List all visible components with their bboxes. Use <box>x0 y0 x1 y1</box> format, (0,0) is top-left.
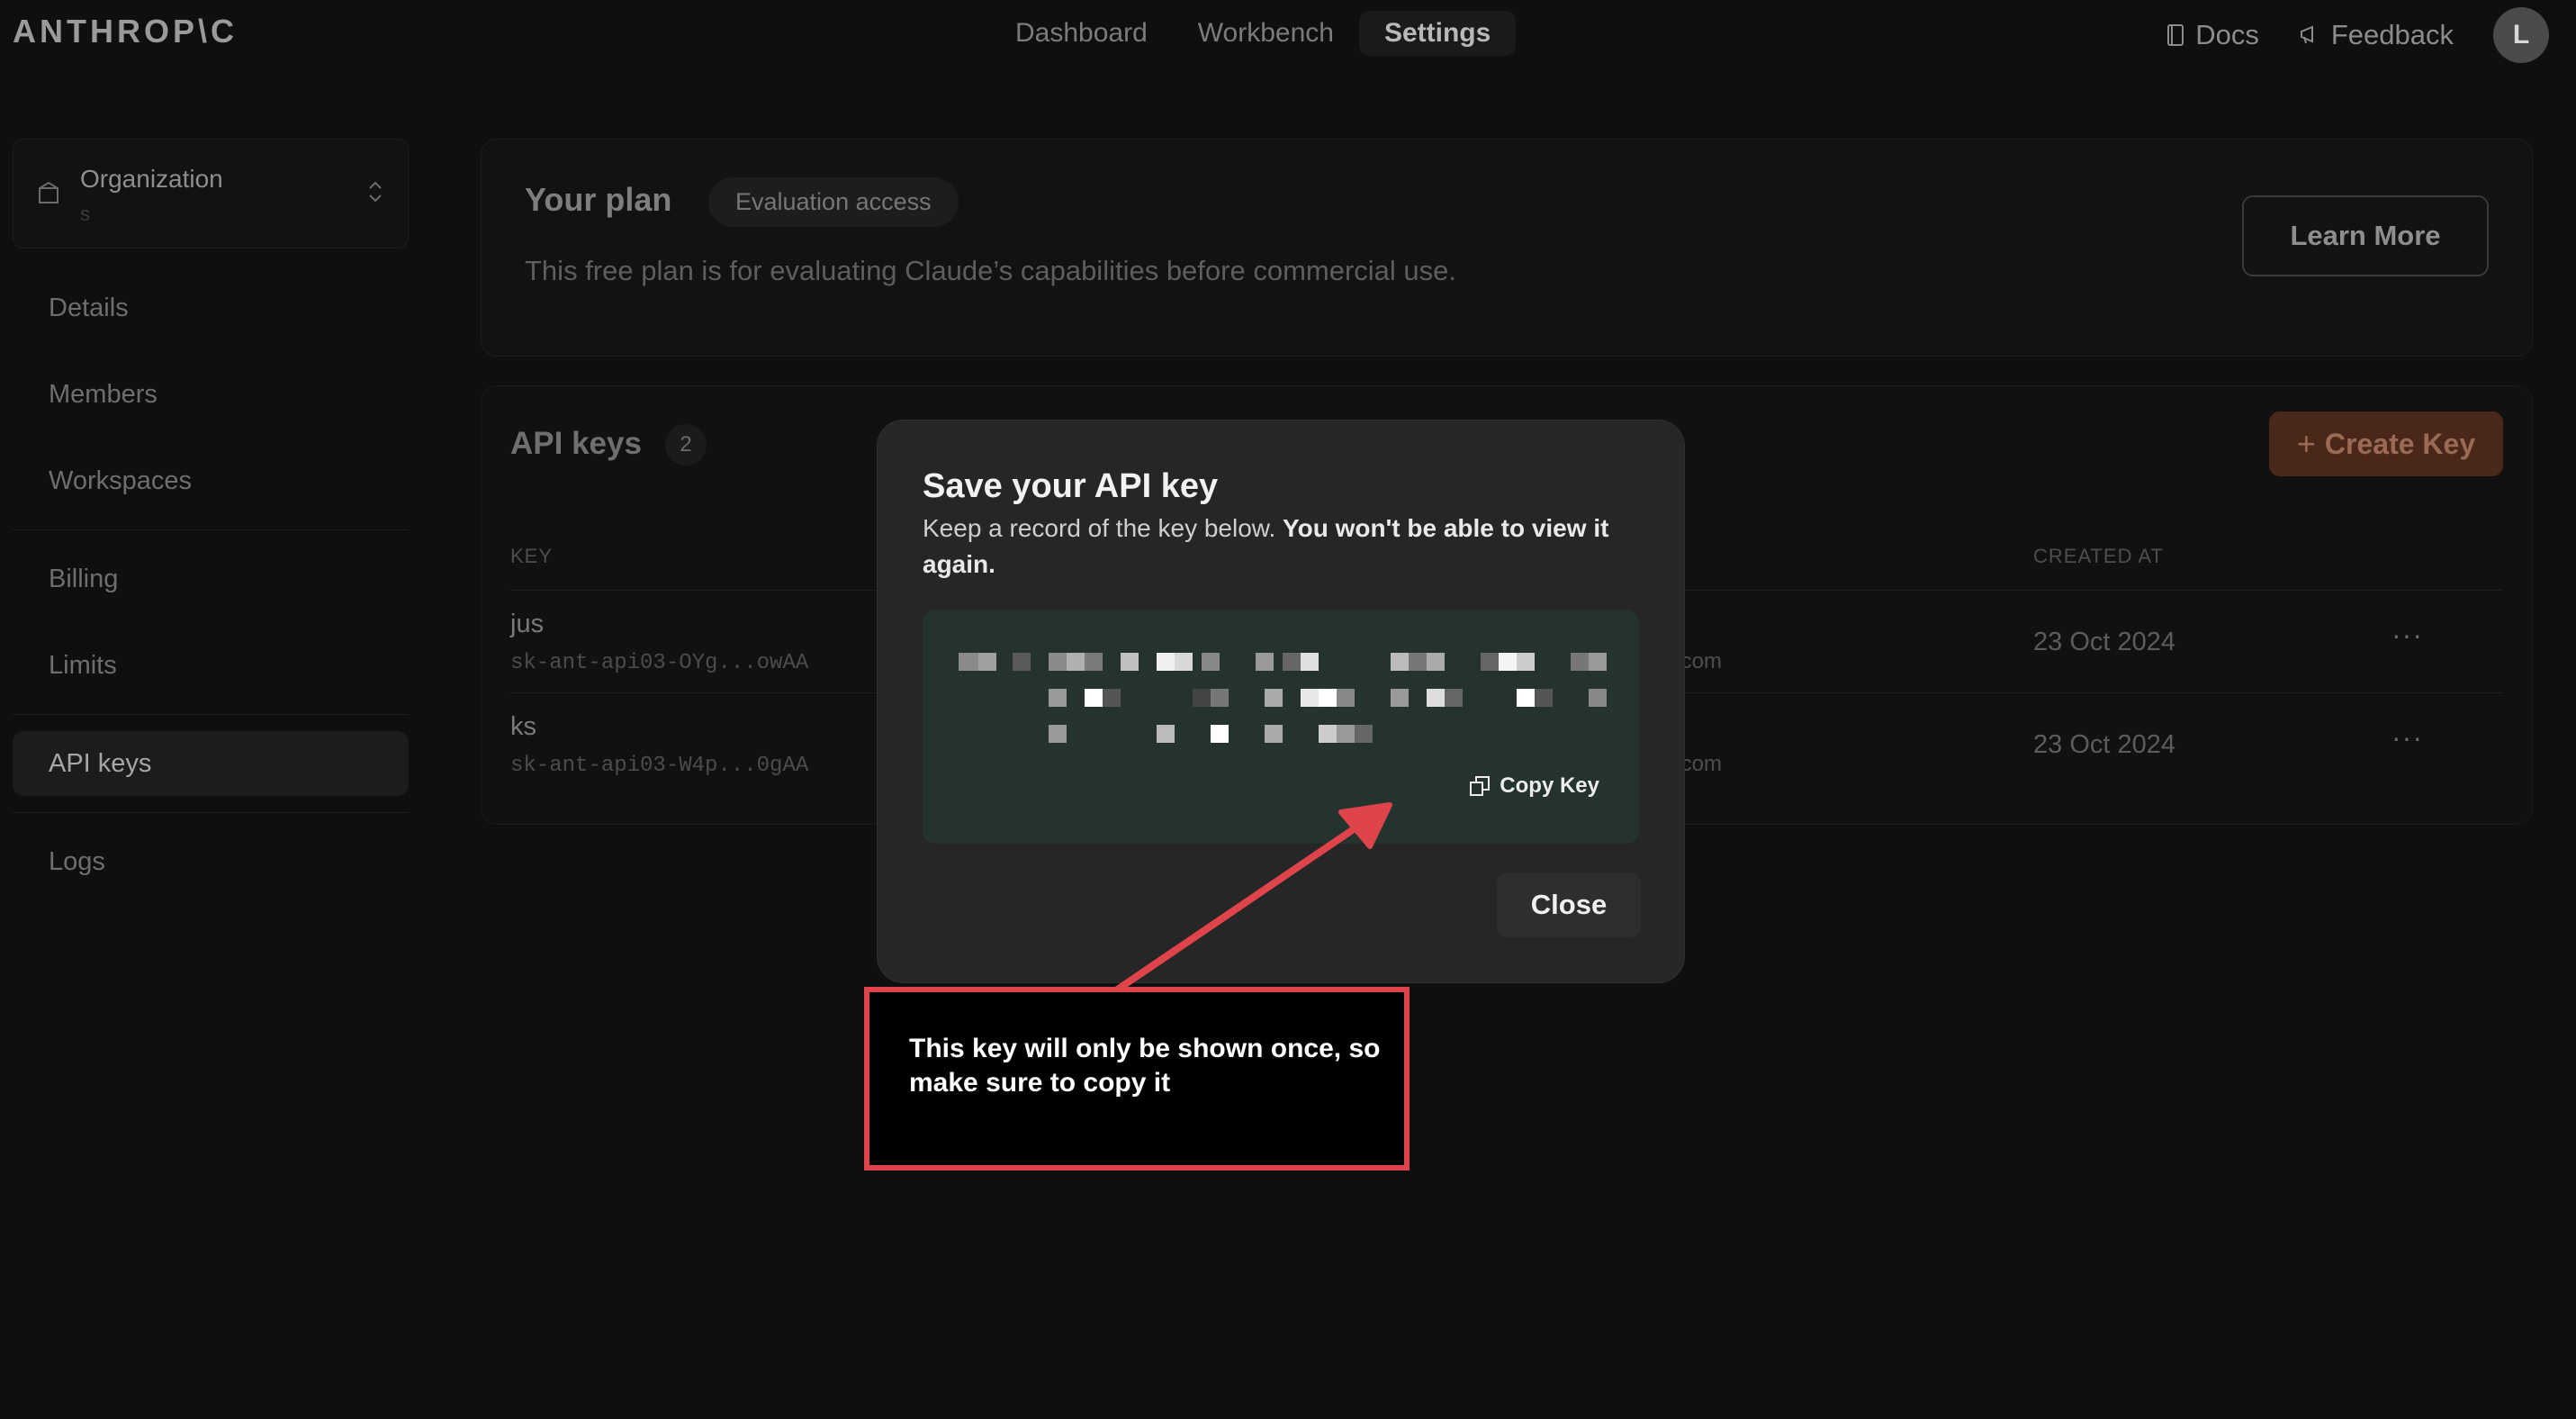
sidebar-item-limits[interactable]: Limits <box>13 633 409 698</box>
sidebar-item-details[interactable]: Details <box>13 276 409 340</box>
org-label: Organization <box>80 165 223 193</box>
plan-card: Your plan Evaluation access This free pl… <box>481 139 2533 357</box>
top-right-links: Docs Feedback L <box>2166 7 2549 63</box>
docs-link[interactable]: Docs <box>2166 19 2259 51</box>
copy-key-button[interactable]: Copy Key <box>1469 773 1599 799</box>
create-key-label: Create Key <box>2324 427 2476 460</box>
api-keys-count-badge: 2 <box>665 424 707 465</box>
sidebar-item-logs[interactable]: Logs <box>13 829 409 894</box>
docs-label: Docs <box>2195 19 2259 50</box>
megaphone-icon <box>2300 25 2313 44</box>
plus-icon: + <box>2296 425 2316 462</box>
save-api-key-dialog: Save your API key Keep a record of the k… <box>877 420 1685 983</box>
api-key-display[interactable]: Copy Key <box>923 610 1639 844</box>
organization-switcher[interactable]: Organization s <box>13 139 409 249</box>
feedback-link[interactable]: Feedback <box>2299 19 2454 51</box>
copy-key-label: Copy Key <box>1500 773 1599 798</box>
dialog-description-text: Keep a record of the key below. <box>923 514 1283 542</box>
nav-settings[interactable]: Settings <box>1358 11 1517 56</box>
nav-dashboard[interactable]: Dashboard <box>990 11 1173 56</box>
more-options-icon[interactable]: ··· <box>2391 619 2423 652</box>
sidebar-item-billing[interactable]: Billing <box>13 547 409 611</box>
column-header-created: CREATED AT <box>2033 545 2164 567</box>
key-name: jus <box>510 610 545 638</box>
more-options-icon[interactable]: ··· <box>2391 721 2423 755</box>
column-header-key: KEY <box>510 545 554 567</box>
sidebar-divider <box>13 812 409 813</box>
key-value-masked: sk-ant-api03-W4p...0gAA <box>510 754 809 778</box>
copy-icon <box>1470 776 1491 796</box>
plan-description: This free plan is for evaluating Claude’… <box>525 255 1457 286</box>
settings-sidebar: Organization s Details Members Workspace… <box>13 139 409 894</box>
sidebar-divider <box>13 529 409 530</box>
dialog-description: Keep a record of the key below. You won'… <box>923 511 1643 583</box>
pixelated-key-value <box>959 653 1607 743</box>
top-bar: ANTHROP\C Dashboard Workbench Settings D… <box>0 0 2576 68</box>
chevron-updown-icon <box>369 181 382 203</box>
create-key-button[interactable]: + Create Key <box>2269 411 2503 476</box>
key-created-date: 23 Oct 2024 <box>2033 730 2175 759</box>
annotation-callout: This key will only be shown once, so mak… <box>864 987 1410 1170</box>
callout-text: This key will only be shown once, so mak… <box>909 1034 1381 1098</box>
top-nav: Dashboard Workbench Settings <box>990 11 1517 56</box>
plan-badge: Evaluation access <box>708 177 959 227</box>
learn-more-button[interactable]: Learn More <box>2242 195 2489 276</box>
key-created-date: 23 Oct 2024 <box>2033 628 2175 656</box>
api-keys-title: API keys <box>510 426 642 461</box>
dialog-title: Save your API key <box>923 467 1219 505</box>
feedback-label: Feedback <box>2330 19 2454 50</box>
sidebar-divider <box>13 714 409 715</box>
key-value-masked: sk-ant-api03-OYg...owAA <box>510 651 809 675</box>
book-icon <box>2167 24 2184 46</box>
nav-workbench[interactable]: Workbench <box>1173 11 1359 56</box>
sidebar-item-members[interactable]: Members <box>13 362 409 427</box>
sidebar-item-api-keys[interactable]: API keys <box>13 731 409 796</box>
user-avatar[interactable]: L <box>2493 7 2549 63</box>
plan-title: Your plan <box>525 181 672 218</box>
anthropic-logo: ANTHROP\C <box>13 13 238 50</box>
sidebar-item-workspaces[interactable]: Workspaces <box>13 448 409 513</box>
org-name: s <box>80 203 90 225</box>
building-icon <box>39 181 59 203</box>
key-name: ks <box>510 712 536 741</box>
close-button[interactable]: Close <box>1497 872 1641 937</box>
